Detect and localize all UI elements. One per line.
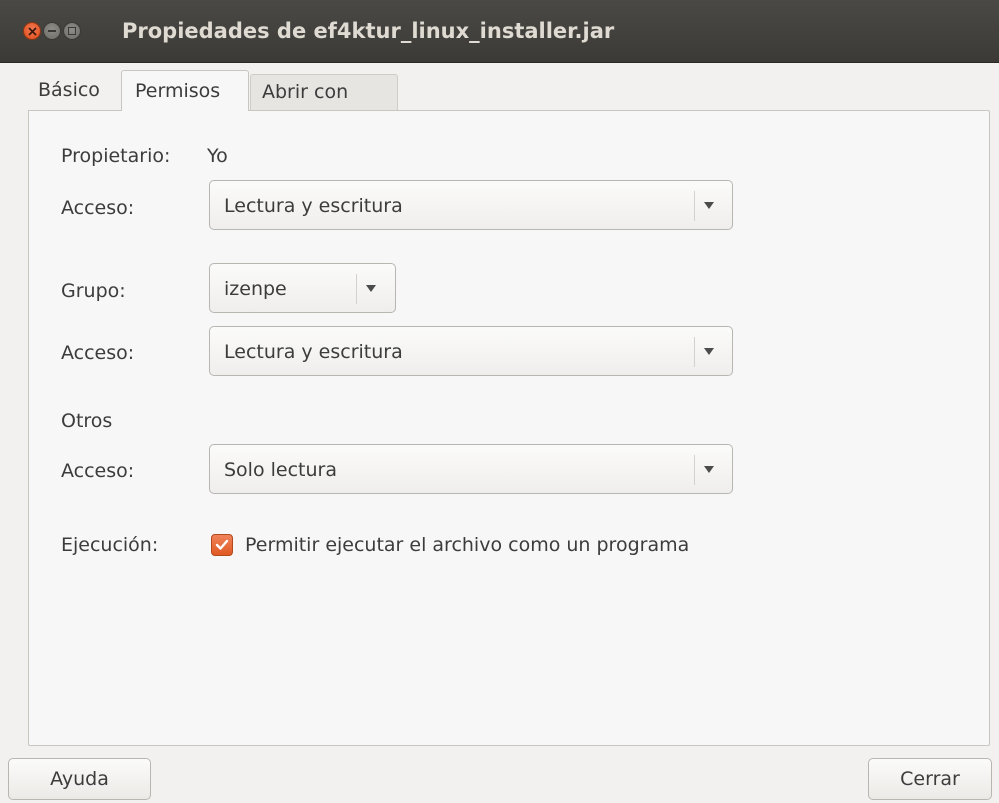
window-title: Propiedades de ef4ktur_linux_installer.j… <box>122 19 615 43</box>
others-access-value: Solo lectura <box>224 459 337 481</box>
window-minimize-icon[interactable] <box>43 22 61 40</box>
combo-separator <box>694 455 695 485</box>
tab-basico[interactable]: Básico <box>28 70 120 110</box>
group-label: Grupo: <box>61 280 126 302</box>
close-x-icon <box>28 27 37 36</box>
properties-window: Propiedades de ef4ktur_linux_installer.j… <box>0 0 999 803</box>
owner-value: Yo <box>207 145 228 167</box>
others-label: Otros <box>61 410 113 432</box>
owner-access-label: Acceso: <box>61 197 135 219</box>
others-access-label: Acceso: <box>61 460 135 482</box>
help-button[interactable]: Ayuda <box>8 758 151 800</box>
owner-access-combo[interactable]: Lectura y escritura <box>209 180 733 230</box>
chevron-down-icon <box>704 466 714 473</box>
group-combo[interactable]: izenpe <box>209 263 396 313</box>
checkmark-icon <box>215 539 229 550</box>
execute-checkbox[interactable] <box>211 534 233 556</box>
title-bar[interactable]: Propiedades de ef4ktur_linux_installer.j… <box>0 0 999 63</box>
window-maximize-icon[interactable] <box>63 22 81 40</box>
group-access-combo[interactable]: Lectura y escritura <box>209 326 733 376</box>
execution-label: Ejecución: <box>61 534 159 556</box>
permissions-panel: Propietario: Yo Acceso: Lectura y escrit… <box>28 110 990 746</box>
owner-access-value: Lectura y escritura <box>224 195 403 217</box>
tab-abrir-con[interactable]: Abrir con <box>250 74 398 110</box>
chevron-down-icon <box>366 285 376 292</box>
close-button[interactable]: Cerrar <box>868 758 992 800</box>
chevron-down-icon <box>704 202 714 209</box>
window-close-icon[interactable] <box>23 22 41 40</box>
group-access-value: Lectura y escritura <box>224 341 403 363</box>
owner-label: Propietario: <box>61 145 171 167</box>
execute-checkbox-label[interactable]: Permitir ejecutar el archivo como un pro… <box>245 532 689 558</box>
combo-separator <box>356 274 357 304</box>
group-value: izenpe <box>224 278 287 300</box>
combo-separator <box>694 337 695 367</box>
tab-permisos[interactable]: Permisos <box>121 70 249 111</box>
chevron-down-icon <box>704 348 714 355</box>
group-access-label: Acceso: <box>61 342 135 364</box>
combo-separator <box>694 191 695 221</box>
others-access-combo[interactable]: Solo lectura <box>209 444 733 494</box>
